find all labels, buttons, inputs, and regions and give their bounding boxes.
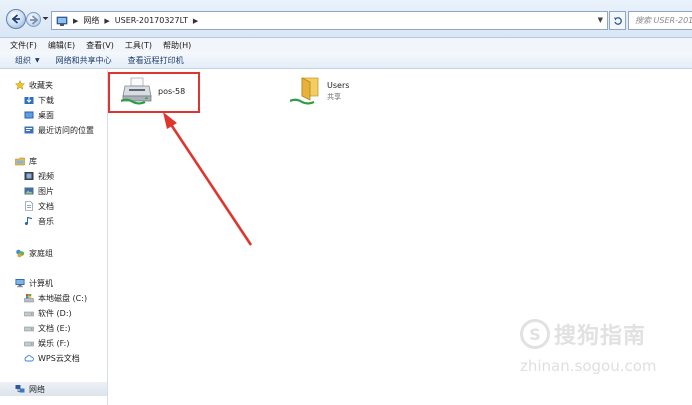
star-icon (15, 80, 25, 90)
sidebar-item-drive-e[interactable]: 文档 (E:) (24, 321, 71, 335)
sidebar-item-desktop[interactable]: 桌面 (24, 108, 54, 122)
sidebar-item-wps-cloud[interactable]: WPS云文档 (24, 351, 80, 365)
menu-file[interactable]: 文件(F) (10, 40, 37, 51)
sogou-logo-icon: S (520, 319, 550, 349)
watermark: S 搜狗指南 (520, 318, 646, 350)
shared-folder-item-users[interactable]: Users 共享 (290, 76, 349, 106)
sidebar-item-homegroup[interactable]: 家庭组 (15, 246, 53, 260)
music-icon (24, 217, 32, 226)
breadcrumb-computer[interactable]: USER-20170327LT (115, 16, 188, 25)
sidebar-item-videos[interactable]: 视频 (24, 169, 54, 183)
menu-view[interactable]: 查看(V) (86, 40, 114, 51)
sidebar-item-favorites[interactable]: 收藏夹 (15, 78, 53, 92)
highlight-annotation-box (108, 72, 200, 113)
sidebar-item-drive-d[interactable]: 软件 (D:) (24, 306, 72, 320)
refresh-icon (613, 16, 622, 25)
windows-drive-icon (24, 294, 34, 303)
breadcrumb-separator: ▶ (104, 16, 110, 25)
desktop-icon (24, 111, 34, 119)
forward-button[interactable] (26, 12, 41, 27)
history-dropdown-icon[interactable] (42, 15, 49, 22)
sidebar-item-pictures[interactable]: 图片 (24, 184, 54, 198)
breadcrumb-separator: ▶ (192, 16, 199, 25)
network-icon (56, 16, 68, 26)
shared-folder-icon (290, 77, 319, 105)
watermark-brand: 搜狗指南 (554, 324, 647, 349)
download-folder-icon (24, 97, 34, 104)
sidebar-item-libraries[interactable]: 库 (15, 154, 37, 168)
content-pane (109, 70, 692, 405)
computer-icon (15, 279, 25, 288)
chevron-down-icon: ▼ (35, 56, 40, 64)
sidebar-item-drive-f[interactable]: 娱乐 (F:) (24, 336, 69, 350)
command-bar: 组织 ▼ 网络和共享中心 查看远程打印机 (0, 52, 692, 69)
sidebar-item-recent-places[interactable]: 最近访问的位置 (24, 123, 94, 137)
address-toolbar: ▶ 网络 ▶ USER-20170327LT ▶ ▼ 搜索 USER-20170… (0, 0, 692, 38)
folder-name: Users (327, 81, 350, 90)
sidebar-item-documents[interactable]: 文档 (24, 199, 54, 213)
folder-share-status: 共享 (327, 93, 341, 101)
sidebar-item-drive-c[interactable]: 本地磁盘 (C:) (24, 291, 87, 305)
view-remote-printers-button[interactable]: 查看远程打印机 (128, 55, 184, 66)
back-button[interactable] (6, 9, 26, 29)
library-icon (15, 157, 25, 166)
back-arrow-icon (11, 14, 20, 24)
watermark-url: zhinan.sogou.com (520, 357, 657, 375)
hard-drive-icon (24, 311, 34, 317)
network-sharing-center-button[interactable]: 网络和共享中心 (56, 55, 112, 66)
organize-button[interactable]: 组织 ▼ (15, 55, 40, 66)
sidebar-item-computer[interactable]: 计算机 (15, 276, 53, 290)
network-icon (15, 385, 25, 393)
breadcrumb-separator: ▶ (73, 16, 79, 25)
recent-places-icon (24, 126, 34, 134)
menu-help[interactable]: 帮助(H) (163, 40, 191, 51)
menu-edit[interactable]: 编辑(E) (48, 40, 75, 51)
menu-tools[interactable]: 工具(T) (125, 40, 152, 51)
forward-arrow-icon (29, 14, 38, 25)
address-dropdown-icon[interactable]: ▼ (598, 16, 603, 24)
video-icon (24, 172, 34, 180)
menu-bar: 文件(F) 编辑(E) 查看(V) 工具(T) 帮助(H) (0, 38, 692, 52)
sidebar-item-downloads[interactable]: 下载 (24, 93, 54, 107)
address-bar[interactable]: ▶ 网络 ▶ USER-20170327LT ▶ ▼ (51, 11, 608, 30)
homegroup-icon (16, 249, 25, 258)
search-input[interactable]: 搜索 USER-20170327LT (628, 11, 692, 30)
hard-drive-icon (24, 326, 34, 332)
document-icon (25, 201, 33, 211)
breadcrumb-network[interactable]: 网络 (83, 15, 99, 26)
picture-icon (24, 187, 34, 195)
cloud-icon (24, 355, 34, 362)
hard-drive-icon (24, 341, 34, 347)
organize-label: 组织 (15, 55, 31, 65)
sidebar-item-network[interactable]: 网络 (0, 382, 107, 396)
sidebar-item-music[interactable]: 音乐 (24, 214, 54, 228)
navigation-pane: 收藏夹 下载 桌面 最近访问的位置 库 视频 图片 文档 音乐 家庭组 计算机 (0, 70, 108, 405)
refresh-button[interactable] (609, 11, 626, 30)
